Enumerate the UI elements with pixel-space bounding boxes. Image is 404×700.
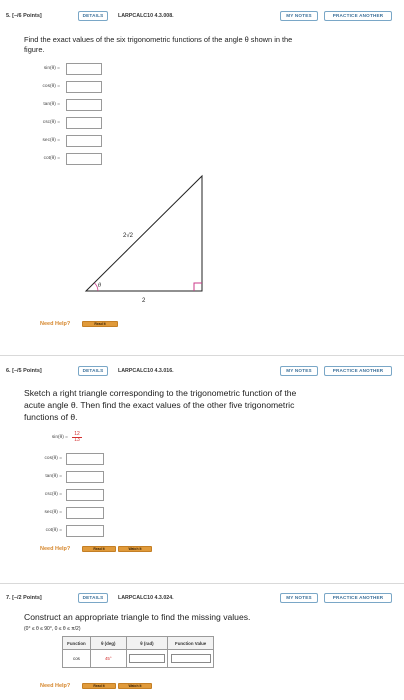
question-6-header: 6. [–/5 Points] DETAILS LARPCALC10 4.3.0…: [0, 365, 404, 379]
question-7-number: 7. [–/2 Points]: [6, 595, 42, 601]
question-6-number: 6. [–/5 Points]: [6, 368, 42, 374]
given-fraction: 12 13: [72, 430, 82, 444]
cell-function: cos: [62, 649, 91, 668]
function-label: cos(θ) =: [44, 456, 62, 461]
question-id: LARPCALC10 4.3.008.: [118, 13, 174, 19]
header-function: Function: [62, 636, 91, 650]
function-label: tan(θ) =: [45, 474, 62, 479]
triangle-figure: θ 2√2 2: [84, 174, 203, 304]
function-label: sec(θ) =: [44, 510, 62, 515]
question-7-prompt: Construct an appropriate triangle to fin…: [24, 612, 251, 622]
header-rad: θ (rad): [125, 636, 169, 650]
question-5-prompt: Find the exact values of the six trigono…: [24, 35, 292, 55]
watch-it-button[interactable]: Watch It: [118, 683, 152, 689]
given-label: sin(θ) =: [51, 435, 68, 440]
section-divider: [0, 355, 404, 356]
my-notes-button[interactable]: MY NOTES: [280, 11, 318, 21]
function-label: cos(θ) =: [42, 84, 60, 89]
table-header-row: Function θ (deg) θ (rad) Function Value: [62, 636, 214, 650]
answer-input-csc[interactable]: [66, 489, 104, 501]
answer-input-cot[interactable]: [66, 525, 104, 537]
hypotenuse-label: 2√2: [123, 232, 134, 239]
answer-input-tan[interactable]: [66, 471, 104, 483]
question-5-header: 5. [–/6 Points] DETAILS LARPCALC10 4.3.0…: [0, 10, 404, 24]
question-5: 5. [–/6 Points] DETAILS LARPCALC10 4.3.0…: [0, 0, 404, 335]
cell-value: [167, 649, 214, 668]
base-label: 2: [142, 298, 146, 304]
answer-input-tan[interactable]: [66, 99, 102, 111]
answer-input-csc[interactable]: [66, 117, 102, 129]
function-value-input[interactable]: [170, 654, 211, 663]
prompt-line-2: acute angle θ. Then find the exact value…: [24, 399, 295, 410]
function-label: sin(θ) =: [43, 66, 60, 71]
answer-input-sin[interactable]: [66, 63, 102, 75]
angle-constraint: (0° ≤ θ ≤ 90°, 0 ≤ θ ≤ π/2): [24, 626, 81, 632]
cell-deg: 45°: [89, 649, 127, 668]
need-help-label: Need Help?: [40, 321, 71, 327]
prompt-line-2: figure.: [24, 45, 45, 54]
read-it-button[interactable]: Read It: [82, 546, 116, 552]
function-label: csc(θ) =: [44, 492, 62, 497]
answer-input-cos[interactable]: [66, 453, 104, 465]
details-button[interactable]: DETAILS: [78, 366, 108, 376]
right-angle-mark: [193, 282, 202, 291]
answer-input-cot[interactable]: [66, 153, 102, 165]
watch-it-button[interactable]: Watch It: [118, 546, 152, 552]
question-id: LARPCALC10 4.3.024.: [118, 595, 174, 601]
details-button[interactable]: DETAILS: [78, 11, 108, 21]
question-7: 7. [–/2 Points] DETAILS LARPCALC10 4.3.0…: [0, 590, 404, 700]
question-6-prompt: Sketch a right triangle corresponding to…: [24, 388, 296, 423]
function-label: sec(θ) =: [42, 138, 60, 143]
question-6: 6. [–/5 Points] DETAILS LARPCALC10 4.3.0…: [0, 362, 404, 562]
answer-input-sec[interactable]: [66, 507, 104, 519]
need-help-label: Need Help?: [40, 546, 71, 552]
my-notes-button[interactable]: MY NOTES: [280, 366, 318, 376]
function-label: csc(θ) =: [42, 120, 60, 125]
function-table: Function θ (deg) θ (rad) Function Value …: [62, 636, 214, 668]
question-id: LARPCALC10 4.3.016.: [118, 368, 174, 374]
prompt-line-1: Find the exact values of the six trigono…: [24, 35, 293, 44]
question-7-header: 7. [–/2 Points] DETAILS LARPCALC10 4.3.0…: [0, 592, 404, 606]
answer-input-cos[interactable]: [66, 81, 102, 93]
practice-another-button[interactable]: PRACTICE ANOTHER: [324, 11, 392, 21]
details-button[interactable]: DETAILS: [78, 593, 108, 603]
function-label: tan(θ) =: [43, 102, 60, 107]
my-notes-button[interactable]: MY NOTES: [280, 593, 318, 603]
read-it-button[interactable]: Read It: [82, 321, 118, 327]
section-divider: [0, 583, 404, 584]
need-help-label: Need Help?: [40, 683, 71, 689]
rad-input[interactable]: [128, 654, 166, 663]
triangle: [84, 174, 203, 292]
question-5-number: 5. [–/6 Points]: [6, 13, 42, 19]
prompt-line-3: functions of θ.: [24, 411, 78, 422]
fraction-numerator: 12: [74, 430, 80, 437]
function-label: cot(θ) =: [45, 528, 62, 533]
table-row: cos 45°: [62, 649, 214, 668]
practice-another-button[interactable]: PRACTICE ANOTHER: [324, 366, 392, 376]
header-value: Function Value: [167, 636, 214, 650]
answer-input-sec[interactable]: [66, 135, 102, 147]
prompt-line-1: Sketch a right triangle corresponding to…: [24, 388, 297, 398]
angle-label: θ: [98, 283, 101, 289]
fraction-denominator: 13: [72, 437, 82, 444]
practice-another-button[interactable]: PRACTICE ANOTHER: [324, 593, 392, 603]
cell-rad: [125, 649, 169, 668]
header-deg: θ (deg): [89, 636, 127, 650]
function-label: cot(θ) =: [43, 156, 60, 161]
read-it-button[interactable]: Read It: [82, 683, 116, 689]
